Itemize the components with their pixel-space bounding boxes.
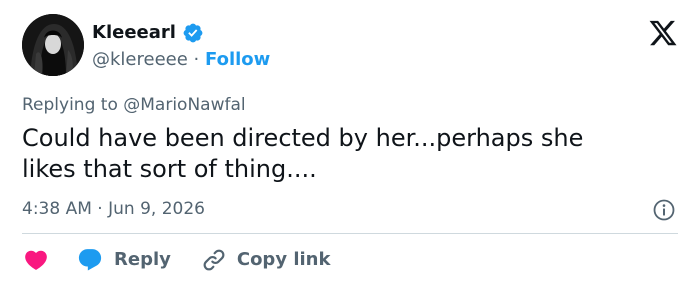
timestamp-time: 4:38 AM: [22, 199, 92, 219]
timestamp-date: Jun 9, 2026: [108, 199, 205, 219]
copy-link-label: Copy link: [236, 249, 331, 270]
link-icon: [201, 247, 227, 273]
divider: [22, 233, 678, 234]
replying-prefix: Replying to: [22, 95, 118, 115]
info-icon[interactable]: [652, 198, 676, 222]
x-logo-icon[interactable]: [648, 18, 678, 48]
timestamp-separator: ·: [97, 199, 103, 219]
reply-label: Reply: [114, 249, 171, 270]
speech-bubble-icon: [76, 247, 104, 273]
display-name-row: Kleeearl: [92, 22, 204, 44]
reply-target-link[interactable]: @MarioNawfal: [123, 95, 245, 115]
handle-separator: ·: [193, 49, 200, 70]
follow-button[interactable]: Follow: [205, 49, 270, 70]
replying-to-line: Replying to @MarioNawfal: [22, 94, 246, 116]
tweet-text-line-2: likes that sort of thing....: [22, 155, 317, 183]
embedded-tweet-card: Kleeearl @klereeee · Follow Replying to …: [0, 0, 700, 287]
reply-button[interactable]: Reply: [76, 247, 171, 273]
copy-link-button[interactable]: Copy link: [171, 247, 331, 273]
tweet-text: Could have been directed by her...perhap…: [22, 123, 662, 185]
action-bar: Reply Copy link: [22, 246, 330, 274]
handle[interactable]: @klereeee: [92, 49, 188, 70]
avatar[interactable]: [22, 14, 84, 76]
avatar-image: [22, 14, 84, 76]
verified-badge-icon: [182, 22, 204, 44]
timestamp[interactable]: 4:38 AM · Jun 9, 2026: [22, 198, 205, 220]
heart-icon: [22, 247, 50, 273]
tweet-text-line-1: Could have been directed by her...perhap…: [22, 124, 584, 152]
handle-row: @klereeee · Follow: [92, 49, 270, 71]
like-button[interactable]: [22, 247, 76, 273]
display-name[interactable]: Kleeearl: [92, 22, 176, 44]
